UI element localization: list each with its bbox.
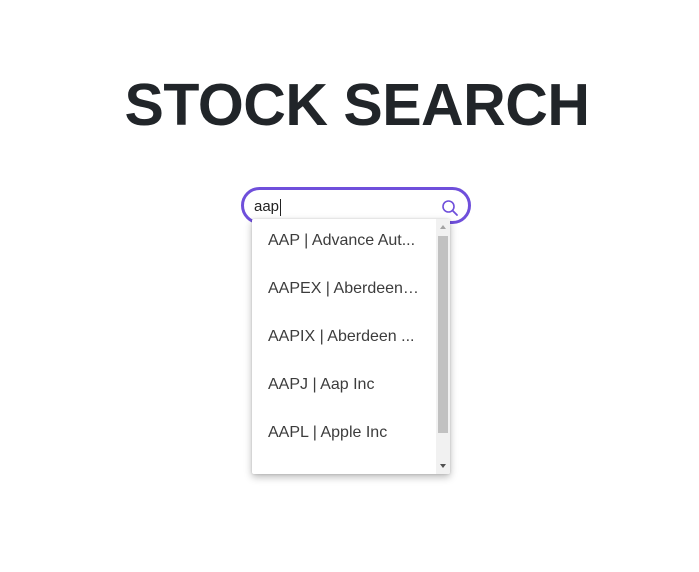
- text-caret: [280, 199, 281, 216]
- dropdown-scrollbar[interactable]: [436, 219, 450, 474]
- search-icon[interactable]: [441, 199, 459, 217]
- autocomplete-option[interactable]: AAPEX | Aberdeen ...: [252, 267, 420, 315]
- page-title: STOCK SEARCH: [124, 72, 590, 138]
- scroll-down-arrow-icon[interactable]: [436, 458, 450, 474]
- scroll-up-arrow-icon[interactable]: [436, 219, 450, 235]
- autocomplete-dropdown: AAP | Advance Aut... AAPEX | Aberdeen ..…: [252, 219, 450, 474]
- autocomplete-option[interactable]: AAPJ | Aap Inc: [252, 363, 420, 411]
- stock-search-page: STOCK SEARCH AAP | Advance Aut... AAPEX …: [0, 0, 699, 572]
- autocomplete-option[interactable]: AAPIX | Aberdeen ...: [252, 315, 420, 363]
- search-input[interactable]: [254, 194, 434, 218]
- autocomplete-option[interactable]: AAP | Advance Aut...: [252, 219, 420, 267]
- autocomplete-option[interactable]: AAPL | Apple Inc: [252, 411, 420, 459]
- scrollbar-thumb[interactable]: [438, 236, 448, 433]
- autocomplete-options: AAP | Advance Aut... AAPEX | Aberdeen ..…: [252, 219, 436, 459]
